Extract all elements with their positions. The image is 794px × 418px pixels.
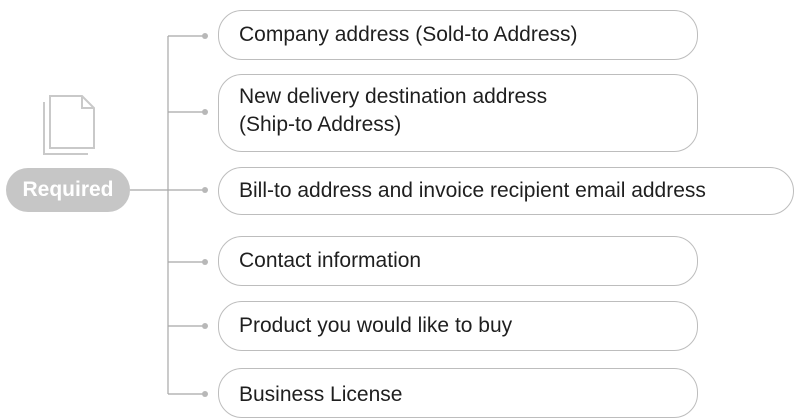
item-product: Product you would like to buy — [218, 301, 698, 351]
item-label: Company address (Sold-to Address) — [239, 22, 578, 46]
item-label: Contact information — [239, 248, 422, 272]
connector-dot-1 — [202, 33, 208, 39]
item-bill-to-address: Bill-to address and invoice recipient em… — [218, 167, 794, 215]
item-ship-to-address: New delivery destination address (Ship-t… — [218, 74, 698, 152]
item-label: New delivery destination address (Ship-t… — [239, 85, 548, 137]
connector-dot-2 — [202, 109, 208, 115]
connector-dot-3 — [202, 187, 208, 193]
item-contact-information: Contact information — [218, 236, 698, 286]
item-label: Business License — [239, 383, 403, 406]
connector-dot-4 — [202, 259, 208, 265]
item-label: Product you would like to buy — [239, 313, 513, 337]
item-company-address: Company address (Sold-to Address) — [218, 10, 698, 60]
connector-dot-6 — [202, 391, 208, 397]
item-business-license: Business License — [218, 368, 698, 418]
connector-dot-5 — [202, 323, 208, 329]
item-label: Bill-to address and invoice recipient em… — [239, 178, 706, 202]
